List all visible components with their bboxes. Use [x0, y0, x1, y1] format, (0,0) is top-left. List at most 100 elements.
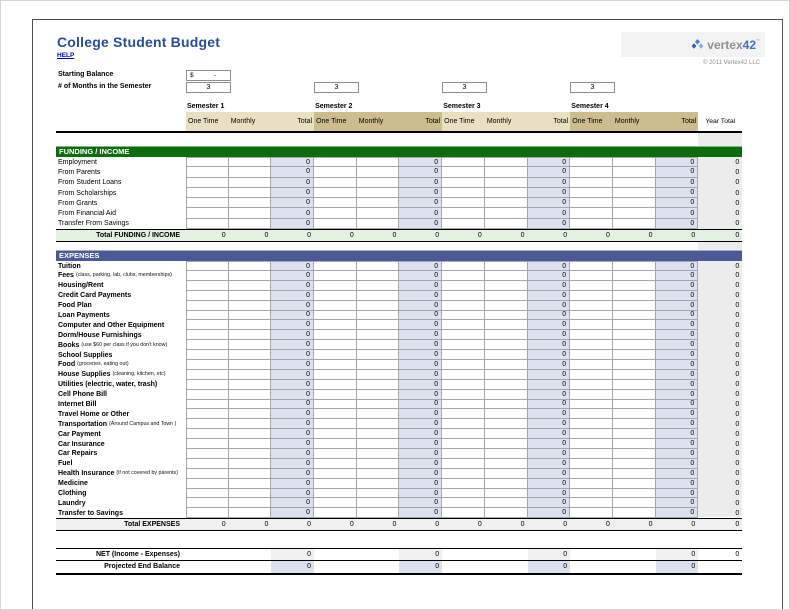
expense-row-5-sem3-onetime-cell[interactable]	[442, 311, 485, 321]
expense-row-19-sem3-monthly-cell[interactable]	[485, 449, 528, 459]
funding-row-1-sem1-onetime-cell[interactable]	[186, 167, 229, 177]
expense-row-4-sem3-monthly-cell[interactable]	[485, 301, 528, 311]
expense-row-12-sem1-onetime-cell[interactable]	[186, 380, 229, 390]
funding-row-0-sem1-onetime-cell[interactable]	[186, 157, 229, 167]
expense-row-6-sem4-monthly-cell[interactable]	[613, 320, 656, 330]
expense-row-8-sem4-monthly-cell[interactable]	[613, 340, 656, 350]
funding-row-2-sem2-monthly-cell[interactable]	[357, 178, 400, 188]
expense-row-21-sem3-monthly-cell[interactable]	[485, 469, 528, 479]
funding-row-6-sem3-onetime-cell[interactable]	[442, 219, 485, 229]
expense-row-20-sem2-monthly-cell[interactable]	[357, 459, 400, 469]
expense-row-19-sem2-onetime-cell[interactable]	[314, 449, 357, 459]
expense-row-21-sem2-monthly-cell[interactable]	[357, 469, 400, 479]
expense-row-18-sem2-monthly-cell[interactable]	[357, 439, 400, 449]
expense-row-1-sem4-onetime-cell[interactable]	[570, 271, 613, 281]
expense-row-13-sem3-onetime-cell[interactable]	[442, 390, 485, 400]
expense-row-16-sem4-onetime-cell[interactable]	[570, 419, 613, 429]
expense-row-0-sem4-onetime-cell[interactable]	[570, 261, 613, 271]
expense-row-2-sem4-monthly-cell[interactable]	[613, 281, 656, 291]
expense-row-15-sem1-monthly-cell[interactable]	[229, 409, 272, 419]
expense-row-25-sem3-onetime-cell[interactable]	[442, 508, 485, 518]
expense-row-14-sem1-onetime-cell[interactable]	[186, 400, 229, 410]
expense-row-23-sem4-monthly-cell[interactable]	[613, 489, 656, 499]
expense-row-20-sem3-onetime-cell[interactable]	[442, 459, 485, 469]
expense-row-5-sem2-monthly-cell[interactable]	[357, 311, 400, 321]
expense-row-0-sem2-monthly-cell[interactable]	[357, 261, 400, 271]
expense-row-10-sem3-monthly-cell[interactable]	[485, 360, 528, 370]
expense-row-18-sem3-onetime-cell[interactable]	[442, 439, 485, 449]
funding-row-5-sem2-monthly-cell[interactable]	[357, 208, 400, 218]
expense-row-12-sem3-onetime-cell[interactable]	[442, 380, 485, 390]
expense-row-1-sem3-onetime-cell[interactable]	[442, 271, 485, 281]
funding-row-1-sem4-onetime-cell[interactable]	[570, 167, 613, 177]
expense-row-17-sem1-monthly-cell[interactable]	[229, 429, 272, 439]
expense-row-19-sem3-onetime-cell[interactable]	[442, 449, 485, 459]
expense-row-3-sem4-monthly-cell[interactable]	[613, 291, 656, 301]
funding-row-4-sem4-onetime-cell[interactable]	[570, 198, 613, 208]
expense-row-11-sem1-onetime-cell[interactable]	[186, 370, 229, 380]
expense-row-17-sem3-monthly-cell[interactable]	[485, 429, 528, 439]
funding-row-4-sem3-monthly-cell[interactable]	[485, 198, 528, 208]
expense-row-23-sem2-monthly-cell[interactable]	[357, 489, 400, 499]
expense-row-17-sem4-onetime-cell[interactable]	[570, 429, 613, 439]
funding-row-4-sem4-monthly-cell[interactable]	[613, 198, 656, 208]
funding-row-0-sem4-monthly-cell[interactable]	[613, 157, 656, 167]
expense-row-21-sem1-monthly-cell[interactable]	[229, 469, 272, 479]
expense-row-5-sem1-onetime-cell[interactable]	[186, 311, 229, 321]
funding-row-2-sem3-monthly-cell[interactable]	[485, 178, 528, 188]
expense-row-13-sem1-monthly-cell[interactable]	[229, 390, 272, 400]
expense-row-17-sem1-onetime-cell[interactable]	[186, 429, 229, 439]
expense-row-20-sem2-onetime-cell[interactable]	[314, 459, 357, 469]
expense-row-25-sem3-monthly-cell[interactable]	[485, 508, 528, 518]
expense-row-1-sem3-monthly-cell[interactable]	[485, 271, 528, 281]
expense-row-5-sem3-monthly-cell[interactable]	[485, 311, 528, 321]
expense-row-10-sem2-monthly-cell[interactable]	[357, 360, 400, 370]
funding-row-0-sem3-monthly-cell[interactable]	[485, 157, 528, 167]
funding-row-0-sem2-onetime-cell[interactable]	[314, 157, 357, 167]
expense-row-1-sem2-monthly-cell[interactable]	[357, 271, 400, 281]
expense-row-22-sem3-monthly-cell[interactable]	[485, 479, 528, 489]
expense-row-9-sem1-monthly-cell[interactable]	[229, 350, 272, 360]
funding-row-1-sem2-monthly-cell[interactable]	[357, 167, 400, 177]
expense-row-24-sem3-onetime-cell[interactable]	[442, 498, 485, 508]
expense-row-6-sem4-onetime-cell[interactable]	[570, 320, 613, 330]
expense-row-14-sem2-onetime-cell[interactable]	[314, 400, 357, 410]
funding-row-6-sem2-monthly-cell[interactable]	[357, 219, 400, 229]
funding-row-5-sem2-onetime-cell[interactable]	[314, 208, 357, 218]
expense-row-10-sem2-onetime-cell[interactable]	[314, 360, 357, 370]
expense-row-19-sem2-monthly-cell[interactable]	[357, 449, 400, 459]
funding-row-5-sem4-monthly-cell[interactable]	[613, 208, 656, 218]
expense-row-25-sem1-onetime-cell[interactable]	[186, 508, 229, 518]
expense-row-23-sem1-monthly-cell[interactable]	[229, 489, 272, 499]
expense-row-1-sem2-onetime-cell[interactable]	[314, 271, 357, 281]
expense-row-16-sem2-onetime-cell[interactable]	[314, 419, 357, 429]
funding-row-2-sem1-onetime-cell[interactable]	[186, 178, 229, 188]
expense-row-6-sem1-onetime-cell[interactable]	[186, 320, 229, 330]
expense-row-18-sem2-onetime-cell[interactable]	[314, 439, 357, 449]
expense-row-13-sem4-monthly-cell[interactable]	[613, 390, 656, 400]
funding-row-4-sem1-onetime-cell[interactable]	[186, 198, 229, 208]
expense-row-21-sem3-onetime-cell[interactable]	[442, 469, 485, 479]
expense-row-1-sem1-monthly-cell[interactable]	[229, 271, 272, 281]
funding-row-3-sem3-monthly-cell[interactable]	[485, 188, 528, 198]
expense-row-0-sem3-onetime-cell[interactable]	[442, 261, 485, 271]
expense-row-24-sem4-monthly-cell[interactable]	[613, 498, 656, 508]
expense-row-15-sem2-monthly-cell[interactable]	[357, 409, 400, 419]
expense-row-16-sem4-monthly-cell[interactable]	[613, 419, 656, 429]
expense-row-23-sem3-onetime-cell[interactable]	[442, 489, 485, 499]
expense-row-15-sem2-onetime-cell[interactable]	[314, 409, 357, 419]
expense-row-1-sem4-monthly-cell[interactable]	[613, 271, 656, 281]
expense-row-2-sem2-onetime-cell[interactable]	[314, 281, 357, 291]
expense-row-18-sem4-monthly-cell[interactable]	[613, 439, 656, 449]
expense-row-3-sem2-monthly-cell[interactable]	[357, 291, 400, 301]
expense-row-22-sem2-onetime-cell[interactable]	[314, 479, 357, 489]
funding-row-2-sem1-monthly-cell[interactable]	[229, 178, 272, 188]
funding-row-5-sem1-monthly-cell[interactable]	[229, 208, 272, 218]
expense-row-22-sem1-monthly-cell[interactable]	[229, 479, 272, 489]
expense-row-7-sem4-onetime-cell[interactable]	[570, 330, 613, 340]
expense-row-20-sem1-monthly-cell[interactable]	[229, 459, 272, 469]
expense-row-7-sem4-monthly-cell[interactable]	[613, 330, 656, 340]
expense-row-7-sem2-onetime-cell[interactable]	[314, 330, 357, 340]
expense-row-23-sem1-onetime-cell[interactable]	[186, 489, 229, 499]
expense-row-13-sem2-monthly-cell[interactable]	[357, 390, 400, 400]
